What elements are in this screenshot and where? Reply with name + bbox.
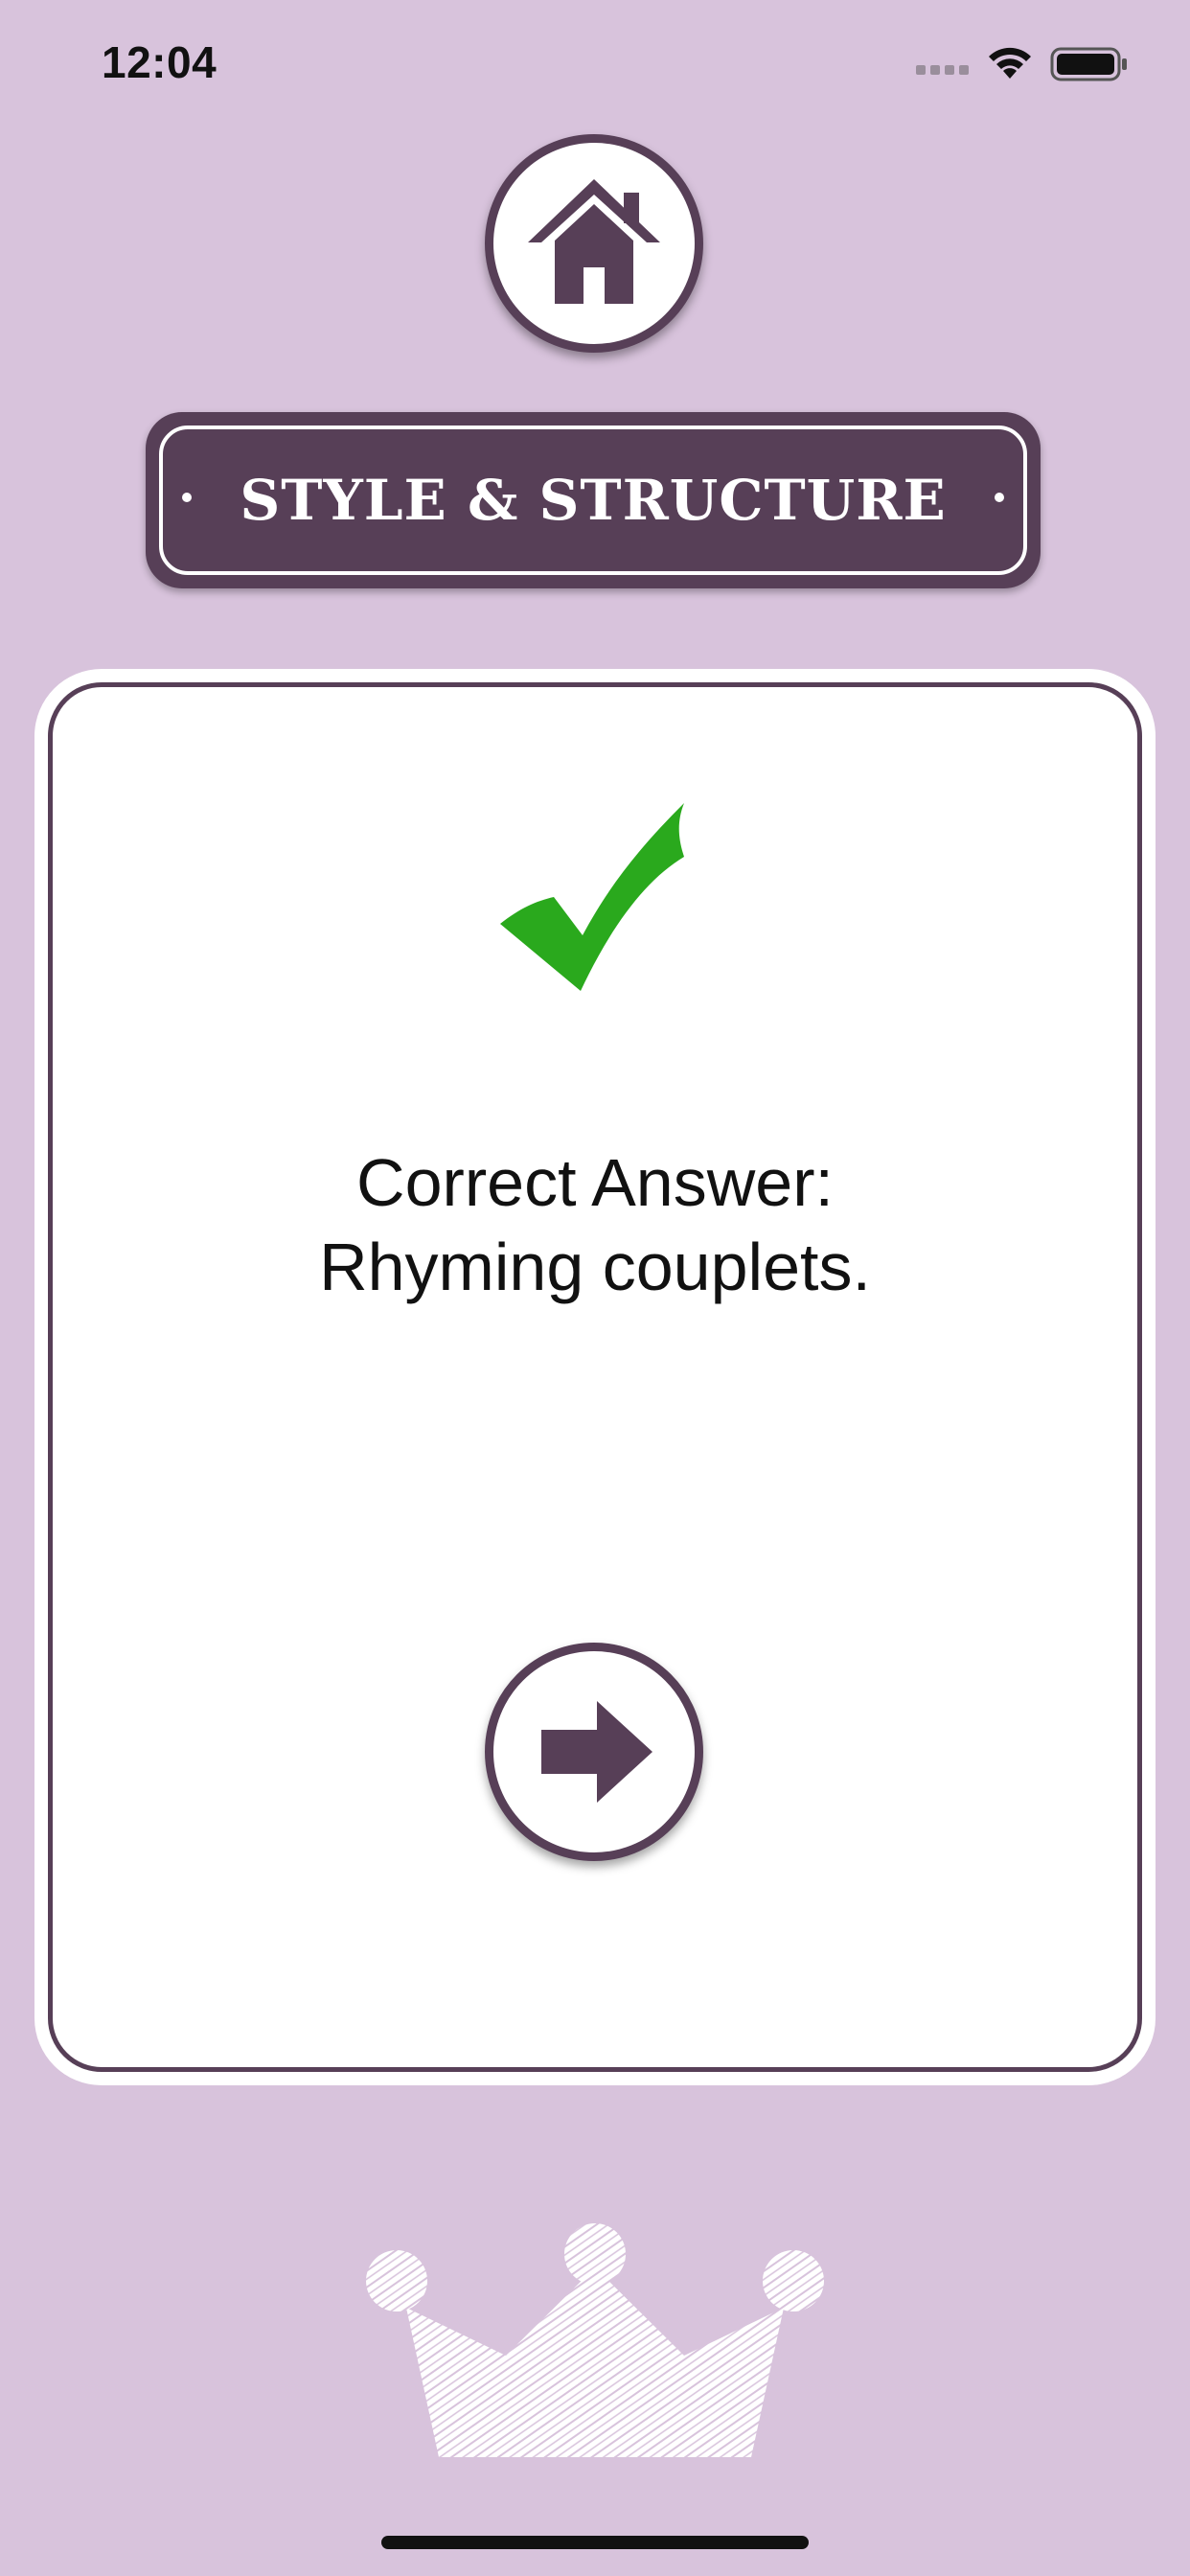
home-button[interactable] — [485, 134, 703, 353]
status-bar: 12:04 — [0, 0, 1190, 125]
signal-icon — [916, 65, 969, 75]
page-title: STYLE & STRUCTURE — [240, 468, 947, 533]
status-time: 12:04 — [102, 37, 217, 87]
answer-heading: Correct Answer: — [356, 1145, 834, 1220]
arrow-right-icon — [541, 1701, 652, 1803]
title-banner: STYLE & STRUCTURE — [146, 412, 1041, 588]
battery-icon — [1050, 47, 1127, 81]
crown-icon — [366, 2223, 824, 2457]
answer-value: Rhyming couplets. — [319, 1230, 871, 1304]
home-icon — [528, 179, 660, 304]
wifi-icon — [989, 47, 1031, 79]
checkmark-icon — [500, 803, 684, 991]
home-indicator[interactable] — [381, 2536, 809, 2549]
next-button[interactable] — [485, 1643, 703, 1861]
answer-text: Correct Answer: Rhyming couplets. — [130, 1140, 1060, 1309]
